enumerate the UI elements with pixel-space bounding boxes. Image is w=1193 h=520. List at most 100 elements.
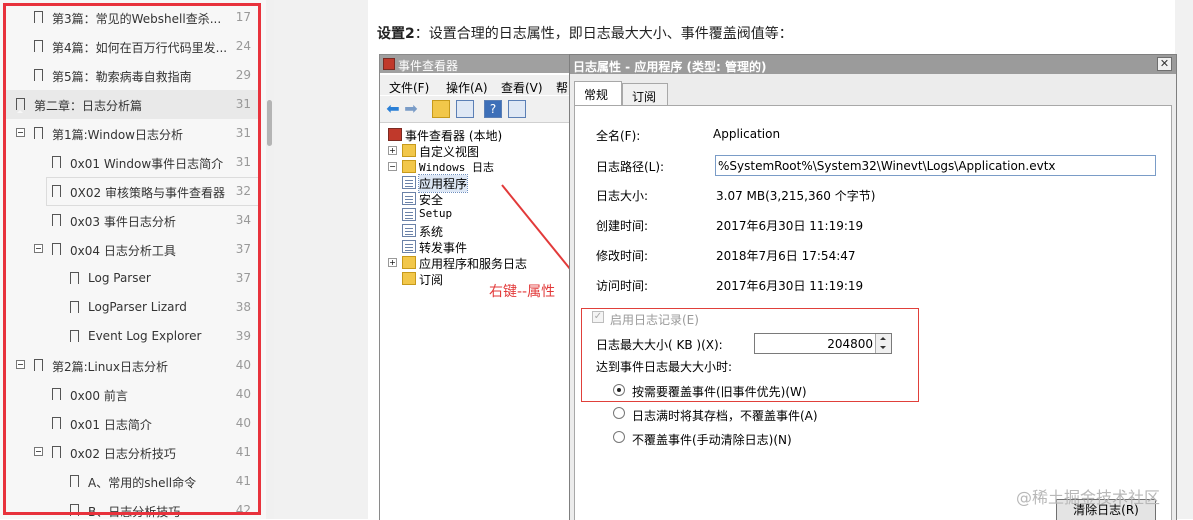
toc-item[interactable]: 0X02 审核策略与事件查看器 32	[6, 177, 259, 206]
toc-item-page: 42	[235, 503, 251, 517]
toolbar: ⬅ ➡ ?	[380, 96, 572, 123]
toc-item-label: 0x03 事件日志分析	[70, 215, 176, 229]
toc-item-page: 38	[235, 300, 251, 314]
show-hide-tree-icon[interactable]	[456, 100, 474, 118]
folder-icon	[402, 256, 416, 269]
toc-item-label: LogParser Lizard	[88, 300, 187, 314]
tab-general[interactable]: 常规	[574, 81, 622, 106]
toc-item-label: 0x01 日志简介	[70, 418, 152, 432]
toc-item[interactable]: 第5篇：勒索病毒自救指南 29	[6, 61, 259, 90]
menu-view[interactable]: 查看(V)	[501, 79, 543, 96]
toc-item-label: A、常用的shell命令	[88, 476, 197, 490]
event-viewer-icon	[383, 58, 395, 70]
toc-item[interactable]: 0x04 日志分析工具 37	[6, 235, 259, 264]
bookmark-icon	[52, 185, 61, 200]
enable-logging-checkbox[interactable]: ✓	[592, 311, 604, 323]
bookmark-icon	[52, 243, 61, 258]
expand-icon[interactable]: +	[388, 146, 397, 155]
toc-item[interactable]: 第1篇:Window日志分析 31	[6, 119, 259, 148]
toc-item-page: 29	[235, 68, 251, 82]
toc-item[interactable]: 第4篇：如何在百万行代码里发... 24	[6, 32, 259, 61]
tab-subscriptions[interactable]: 订阅	[622, 83, 668, 105]
toc-item-page: 17	[235, 10, 251, 24]
menu-help[interactable]: 帮	[556, 79, 568, 96]
toc-item[interactable]: LogParser Lizard 38	[6, 293, 259, 322]
toc-item-label: 第1篇:Window日志分析	[52, 128, 183, 142]
folder-icon	[402, 160, 416, 173]
help-icon[interactable]: ?	[484, 100, 502, 118]
toc-item[interactable]: B、日志分析技巧 42	[6, 496, 259, 519]
toc-item[interactable]: 0x02 日志分析技巧 41	[6, 438, 259, 467]
forward-arrow-icon[interactable]: ➡	[402, 100, 420, 118]
log-icon	[402, 240, 416, 253]
close-icon[interactable]: ✕	[1157, 57, 1172, 71]
max-size-label: 日志最大大小( KB )(X):	[596, 338, 723, 352]
log-path-label: 日志路径(L):	[596, 160, 665, 174]
collapse-icon[interactable]	[34, 447, 43, 456]
overwrite-as-needed-radio[interactable]	[613, 384, 625, 396]
toc-item-page: 31	[235, 155, 251, 169]
when-max-label: 达到事件日志最大大小时:	[596, 360, 733, 374]
menu-file[interactable]: 文件(F)	[389, 79, 429, 96]
toc-item[interactable]: 0x01 Window事件日志简介 31	[6, 148, 259, 177]
table-of-contents: 第3篇：常见的Webshell查杀... 17 第4篇：如何在百万行代码里发..…	[0, 0, 266, 519]
max-size-stepper[interactable]: 204800	[754, 333, 892, 354]
toc-item[interactable]: Log Parser 37	[6, 264, 259, 293]
up-folder-icon[interactable]	[432, 100, 450, 118]
back-arrow-icon[interactable]: ⬅	[384, 100, 402, 118]
toc-item[interactable]: 0x03 事件日志分析 34	[6, 206, 259, 235]
expand-icon[interactable]: +	[388, 258, 397, 267]
toc-item-page: 37	[235, 242, 251, 256]
event-viewer-icon	[388, 128, 402, 141]
folder-icon	[402, 144, 416, 157]
action-pane-icon[interactable]	[508, 100, 526, 118]
toc-item-label: 0x02 日志分析技巧	[70, 447, 176, 461]
bookmark-icon	[52, 388, 61, 403]
toc-item-page: 40	[235, 387, 251, 401]
created-value: 2017年6月30日 11:19:19	[716, 219, 864, 233]
toc-item[interactable]: 第2篇:Linux日志分析 40	[6, 351, 259, 380]
toc-item-selected[interactable]: 第二章：日志分析篇 31	[6, 90, 259, 119]
collapse-icon[interactable]: −	[388, 162, 397, 171]
bookmark-icon	[70, 330, 79, 345]
toc-scrollbar[interactable]	[266, 0, 274, 519]
collapse-icon[interactable]	[34, 244, 43, 253]
toc-item[interactable]: 第3篇：常见的Webshell查杀... 17	[6, 3, 259, 32]
toc-item-page: 41	[235, 445, 251, 459]
toc-item-page: 31	[235, 97, 251, 111]
archive-when-full-radio[interactable]	[613, 407, 625, 419]
bookmark-icon	[34, 69, 43, 84]
toc-item-label: Log Parser	[88, 271, 151, 285]
modified-label: 修改时间:	[596, 249, 649, 263]
collapse-icon[interactable]	[16, 360, 25, 369]
log-icon	[402, 208, 416, 221]
toc-item[interactable]: A、常用的shell命令 41	[6, 467, 259, 496]
toc-item-label: 第3篇：常见的Webshell查杀...	[52, 12, 222, 26]
log-icon	[402, 192, 416, 205]
menu-action[interactable]: 操作(A)	[446, 79, 488, 96]
accessed-value: 2017年6月30日 11:19:19	[716, 279, 864, 293]
toc-item-label: 0x00 前言	[70, 389, 128, 403]
log-path-field[interactable]: %SystemRoot%\System32\Winevt\Logs\Applic…	[715, 155, 1156, 176]
spin-arrows-icon[interactable]	[875, 334, 891, 353]
watermark: @稀土掘金技术社区	[1016, 488, 1161, 507]
toc-item[interactable]: Event Log Explorer 39	[6, 322, 259, 351]
toc-item[interactable]: 0x00 前言 40	[6, 380, 259, 409]
dialog-titlebar: 日志属性 - 应用程序 (类型: 管理的) ✕	[570, 55, 1176, 74]
bookmark-icon	[70, 272, 79, 287]
dialog-title: 日志属性 - 应用程序 (类型: 管理的)	[573, 60, 767, 74]
enable-logging-label: 启用日志记录(E)	[610, 313, 699, 327]
toc-item-page: 39	[235, 329, 251, 343]
toc-item-label: 0X02 审核策略与事件查看器	[70, 186, 225, 200]
toc-scrollbar-thumb[interactable]	[267, 100, 272, 146]
toc-item-page: 32	[235, 184, 251, 198]
collapse-icon[interactable]	[16, 128, 25, 137]
full-name-value: Application	[713, 127, 781, 141]
overwrite-as-needed-label: 按需要覆盖事件(旧事件优先)(W)	[632, 385, 807, 399]
toc-item[interactable]: 0x01 日志简介 40	[6, 409, 259, 438]
bookmark-icon	[34, 359, 43, 374]
doc-heading-text: ：设置合理的日志属性，即日志最大大小、事件覆盖阀值等：	[414, 26, 793, 42]
toc-item-label: 0x04 日志分析工具	[70, 244, 176, 258]
do-not-overwrite-radio[interactable]	[613, 431, 625, 443]
menu-bar: 文件(F) 操作(A) 查看(V) 帮	[380, 75, 572, 95]
